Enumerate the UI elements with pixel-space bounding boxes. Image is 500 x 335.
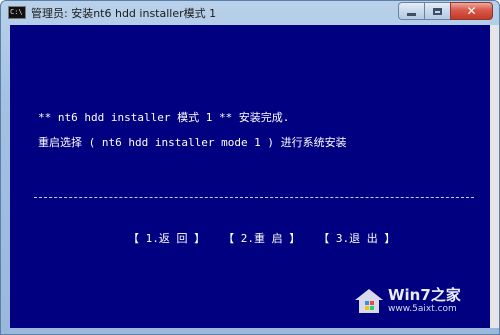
watermark-url: www.5aixt.com: [388, 304, 457, 314]
window-title: 管理员: 安装nt6 hdd installer模式 1: [31, 7, 217, 20]
console-window: C:\ 管理员: 安装nt6 hdd installer模式 1 ✕ ** nt…: [0, 0, 500, 335]
menu-back-option[interactable]: 【 1.返 回 】: [128, 230, 205, 246]
house-logo-icon: [355, 289, 383, 313]
status-line: ** nt6 hdd installer 模式 1 ** 安装完成.: [38, 111, 290, 124]
maximize-icon: [433, 7, 442, 15]
cmd-icon[interactable]: C:\: [8, 6, 26, 19]
maximize-button[interactable]: [424, 2, 450, 20]
window-controls: ✕: [398, 2, 493, 20]
menu-exit-option[interactable]: 【 3.退 出 】: [318, 230, 395, 246]
reboot-instruction-line: 重启选择 ( nt6 hdd installer mode 1 ) 进行系统安装: [38, 136, 347, 149]
right-border: [490, 25, 499, 328]
close-button[interactable]: ✕: [450, 2, 493, 20]
close-icon: ✕: [466, 4, 477, 18]
title-bar[interactable]: C:\ 管理员: 安装nt6 hdd installer模式 1 ✕: [1, 1, 499, 25]
minimize-button[interactable]: [398, 2, 424, 20]
watermark: Win7之家 www.5aixt.com: [354, 284, 482, 322]
console-area[interactable]: ** nt6 hdd installer 模式 1 ** 安装完成. 重启选择 …: [10, 25, 490, 328]
console-menu: 【 1.返 回 】 【 2.重 启 】 【 3.退 出 】: [128, 230, 395, 246]
menu-reboot-option[interactable]: 【 2.重 启 】: [223, 230, 300, 246]
watermark-brand: Win7之家: [388, 286, 461, 304]
minimize-icon: [407, 12, 416, 16]
dashed-divider: [34, 197, 474, 198]
